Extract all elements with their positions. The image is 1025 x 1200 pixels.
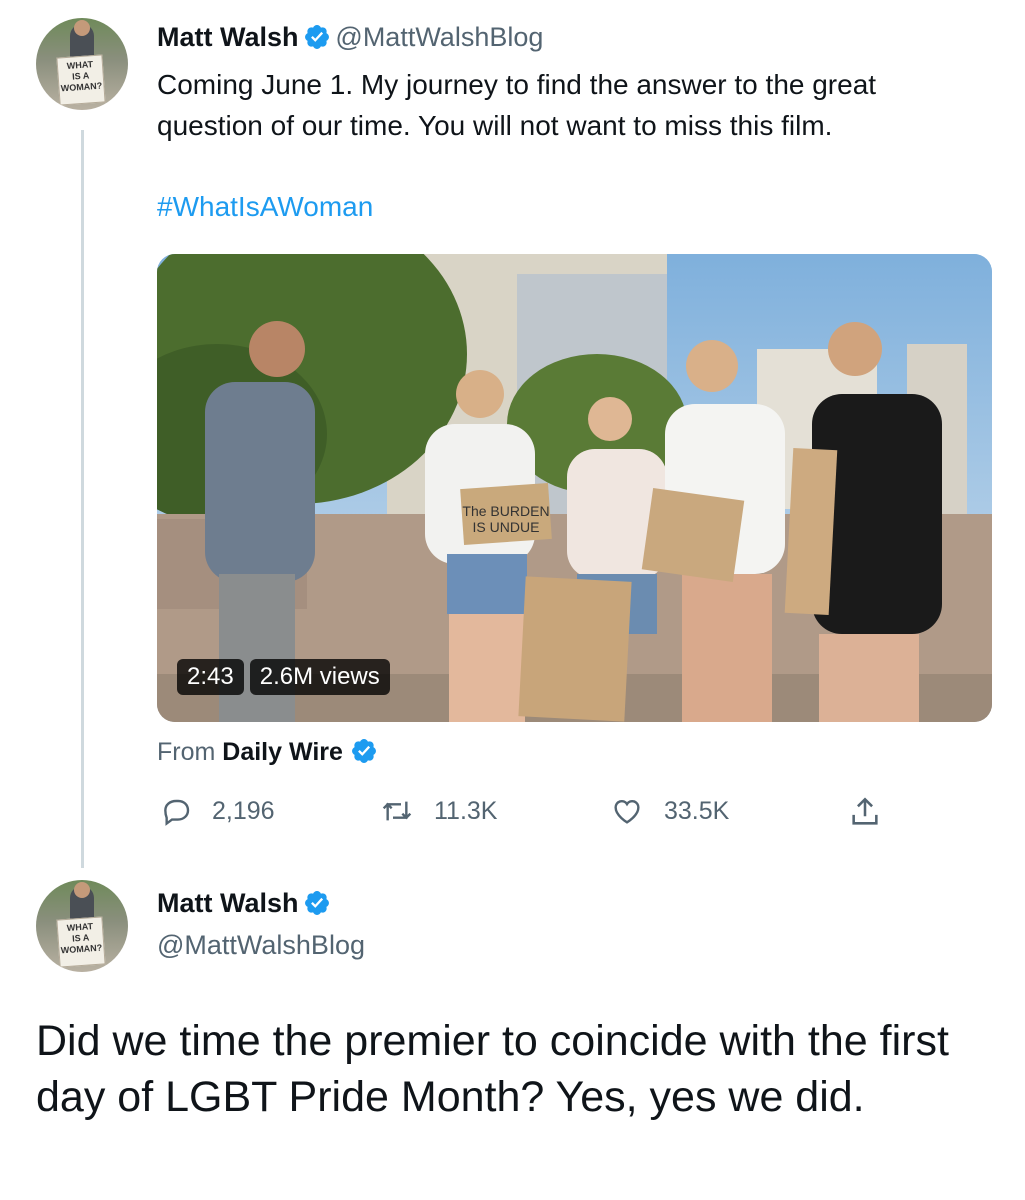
verified-badge-icon <box>304 25 329 49</box>
avatar-head <box>74 882 90 898</box>
video-duration: 2:43 <box>177 659 244 695</box>
author-name[interactable]: Matt Walsh <box>157 888 299 918</box>
tweet-text: Did we time the premier to coincide with… <box>36 1017 949 1121</box>
avatar[interactable]: WHAT IS A WOMAN? <box>36 880 128 972</box>
video-player[interactable]: The BURDEN IS UNDUE 2:43 2.6M views <box>157 254 992 722</box>
sign-text-1: The BURDEN <box>462 503 549 519</box>
retweet-button[interactable]: 11.3K <box>380 795 497 827</box>
like-button[interactable]: 33.5K <box>610 795 729 827</box>
tweet-header: Matt Walsh <box>157 888 331 919</box>
avatar[interactable]: WHAT IS A WOMAN? <box>36 18 128 110</box>
hashtag-link[interactable]: #WhatIsAWoman <box>157 191 373 223</box>
author-handle[interactable]: @MattWalshBlog <box>157 930 365 961</box>
reply-button[interactable]: 2,196 <box>160 795 275 827</box>
thread-line <box>81 130 84 868</box>
retweet-count: 11.3K <box>434 796 498 825</box>
avatar-sign: WHAT IS A WOMAN? <box>56 54 106 106</box>
author-handle[interactable]: @MattWalshBlog <box>335 22 543 52</box>
video-views: 2.6M views <box>249 659 390 695</box>
reply-icon <box>164 799 190 826</box>
share-button[interactable] <box>848 795 902 829</box>
verified-badge-icon <box>304 891 329 915</box>
tweet-text: Coming June 1. My journey to find the an… <box>157 69 877 141</box>
source-link[interactable]: Daily Wire <box>222 738 343 766</box>
share-icon <box>852 797 878 825</box>
video-overlay: 2:43 2.6M views <box>177 659 390 695</box>
like-count: 33.5K <box>664 796 730 825</box>
verified-badge-icon <box>351 739 376 763</box>
like-icon <box>614 799 640 824</box>
video-source: From Daily Wire <box>157 737 378 767</box>
avatar-sign: WHAT IS A WOMAN? <box>56 916 106 968</box>
tweet-header: Matt Walsh @MattWalshBlog <box>157 22 543 53</box>
video-thumbnail: The BURDEN IS UNDUE <box>157 254 992 722</box>
retweet-icon <box>382 801 412 821</box>
avatar-head <box>74 20 90 36</box>
reply-count: 2,196 <box>212 796 275 825</box>
sign-text-2: IS UNDUE <box>473 519 540 535</box>
author-name[interactable]: Matt Walsh <box>157 22 299 52</box>
from-label: From <box>157 738 216 766</box>
